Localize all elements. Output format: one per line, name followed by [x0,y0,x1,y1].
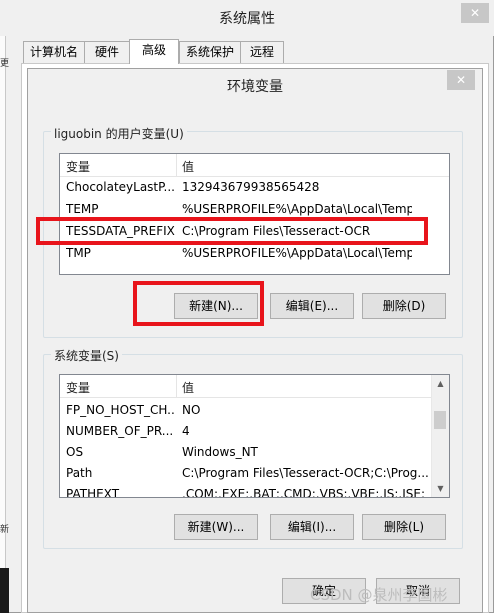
variable-name: NUMBER_OF_PR... [66,424,174,438]
list-header: 变量 值 [60,154,449,177]
list-item[interactable]: FP_NO_HOST_CH... NO [60,400,449,422]
variable-name: PATHEXT [66,487,120,498]
user-delete-button[interactable]: 删除(D) [362,293,446,319]
list-header: 变量 值 [60,375,449,398]
system-variables-label: 系统变量(S) [51,347,122,364]
scroll-down-icon[interactable]: ▼ [432,480,449,497]
background-window-text: 新 [0,525,10,535]
close-icon[interactable]: ✕ [447,70,475,90]
user-edit-button[interactable]: 编辑(E)... [270,293,354,319]
user-variables-label: liguobin 的用户变量(U) [51,125,187,142]
vertical-scrollbar[interactable]: ▲ ▼ [431,375,449,497]
variable-name: OS [66,445,84,459]
tab-computer-name[interactable]: 计算机名 [23,41,85,63]
list-item[interactable]: PATHEXT .COM;.EXE;.BAT;.CMD;.VBS;.VBE;.J… [60,484,449,498]
variable-value: %USERPROFILE%\AppData\Local\Temp [182,246,412,260]
list-item[interactable]: OS Windows_NT [60,442,449,464]
list-item[interactable]: TMP %USERPROFILE%\AppData\Local\Temp [60,243,449,265]
tab-advanced[interactable]: 高级 [129,39,179,64]
system-delete-button[interactable]: 删除(L) [362,514,446,540]
column-header-value[interactable]: 值 [182,379,194,396]
variable-value: Windows_NT [182,445,258,459]
system-variables-list[interactable]: 变量 值 FP_NO_HOST_CH... NO NUMBER_OF_PR...… [59,374,450,498]
close-icon[interactable]: ✕ [461,3,489,23]
variable-name: TMP [66,246,91,260]
variable-value: %USERPROFILE%\AppData\Local\Temp [182,202,412,216]
column-divider[interactable] [176,375,177,397]
background-window-text: 更 [0,59,10,69]
column-header-variable[interactable]: 变量 [66,379,90,396]
variable-value: NO [182,403,201,417]
variable-name: FP_NO_HOST_CH... [66,403,176,417]
variable-name: TEMP [66,202,99,216]
system-edit-button[interactable]: 编辑(I)... [270,514,354,540]
background-window-edge [0,568,9,613]
column-header-variable[interactable]: 变量 [66,158,90,175]
scrollbar-thumb[interactable] [434,411,446,429]
list-item[interactable]: Path C:\Program Files\Tesseract-OCR;C:\P… [60,463,449,485]
tab-remote[interactable]: 远程 [240,41,284,63]
tab-system-protection[interactable]: 系统保护 [179,41,241,63]
list-item[interactable]: ChocolateyLastP... 132943679938565428 [60,177,449,199]
list-item[interactable]: NUMBER_OF_PR... 4 [60,421,449,443]
column-divider[interactable] [176,154,177,176]
highlight-tessdata-row [36,217,428,245]
variable-value: C:\Program Files\Tesseract-OCR;C:\Prog..… [182,466,429,480]
system-new-button[interactable]: 新建(W)... [174,514,258,540]
variable-value: 4 [182,424,190,438]
variable-name: Path [66,466,93,480]
user-variables-list[interactable]: 变量 值 ChocolateyLastP... 1329436799385654… [59,153,450,275]
variable-value: .COM;.EXE;.BAT;.CMD;.VBS;.VBE;.JS;.JSE; [182,487,425,498]
scroll-up-icon[interactable]: ▲ [432,375,449,392]
variable-name: ChocolateyLastP... [66,180,175,194]
highlight-new-button [133,281,264,326]
variable-value: 132943679938565428 [182,180,320,194]
column-header-value[interactable]: 值 [182,158,194,175]
tab-hardware[interactable]: 硬件 [84,41,130,63]
system-properties-title: 系统属性 [219,11,275,27]
environment-variables-title: 环境变量 [227,79,283,95]
watermark: CSDN @泉州李国彬 [310,586,448,604]
